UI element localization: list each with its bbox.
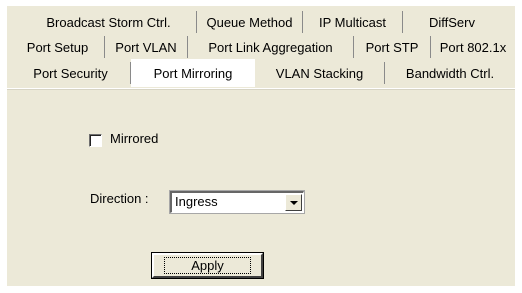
mirrored-label: Mirrored [110,131,159,146]
tab-diffserv[interactable]: DiffServ [403,11,501,33]
direction-label: Direction : [90,191,149,206]
tab-bandwidth-ctrl[interactable]: Bandwidth Ctrl. [385,62,515,84]
apply-button[interactable]: Apply [151,252,264,279]
tab-port-vlan[interactable]: Port VLAN [105,36,188,58]
tab-port-mirroring[interactable]: Port Mirroring [131,59,255,87]
tab-port-security[interactable]: Port Security [11,62,131,84]
tab-row-3: Port Security Port Mirroring VLAN Stacki… [11,59,515,87]
apply-button-label: Apply [164,257,251,274]
tab-panel-top-shadow [7,89,515,90]
chevron-down-icon[interactable] [285,194,302,211]
direction-select[interactable]: Ingress [170,191,304,213]
tab-ip-multicast[interactable]: IP Multicast [303,11,403,33]
tab-row-1: Broadcast Storm Ctrl. Queue Method IP Mu… [21,11,501,33]
tab-queue-method[interactable]: Queue Method [197,11,303,33]
tab-row-2: Port Setup Port VLAN Port Link Aggregati… [11,36,515,58]
tab-port-link-aggregation[interactable]: Port Link Aggregation [188,36,354,58]
tab-broadcast-storm-ctrl[interactable]: Broadcast Storm Ctrl. [21,11,197,33]
direction-select-value: Ingress [175,194,218,209]
tab-port-setup[interactable]: Port Setup [11,36,105,58]
tab-port-8021x[interactable]: Port 802.1x [431,36,515,58]
mirrored-checkbox[interactable] [89,134,102,147]
tab-port-stp[interactable]: Port STP [354,36,431,58]
tab-vlan-stacking[interactable]: VLAN Stacking [255,62,385,84]
